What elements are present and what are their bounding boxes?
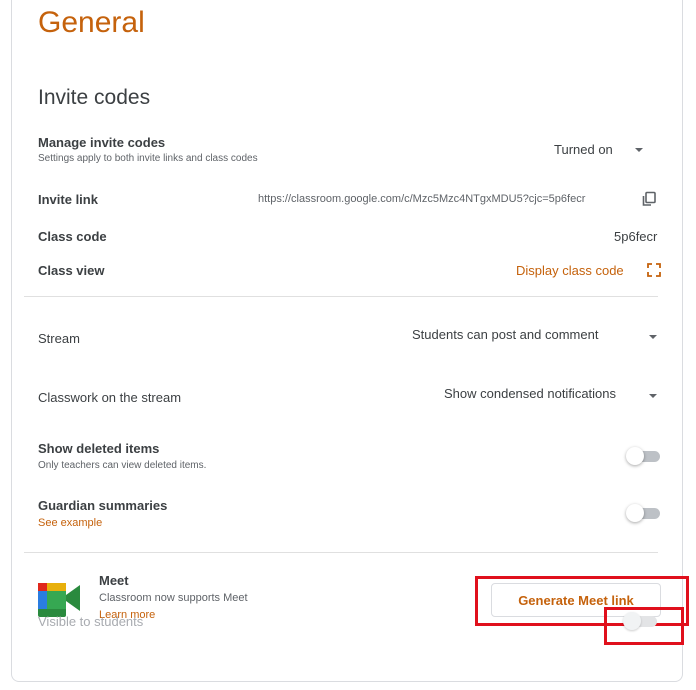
invite-codes-heading: Invite codes	[38, 86, 151, 109]
stream-label: Stream	[38, 331, 80, 346]
highlight-box	[604, 607, 684, 645]
deleted-items-label: Show deleted items	[38, 441, 160, 456]
toggle-thumb	[626, 504, 644, 522]
toggle-thumb	[626, 447, 644, 465]
manage-invite-codes-label: Manage invite codes	[38, 135, 166, 150]
chevron-down-icon	[649, 394, 657, 398]
meet-title: Meet	[99, 573, 129, 588]
classwork-label: Classwork on the stream	[38, 390, 182, 405]
class-code-value: 5p6fecr	[614, 229, 658, 244]
chevron-down-icon	[649, 335, 657, 339]
guardian-summaries-toggle[interactable]	[624, 503, 662, 523]
class-view-label: Class view	[38, 263, 105, 278]
section-title: General	[38, 6, 145, 39]
invite-link-label: Invite link	[38, 192, 98, 207]
deleted-items-description: Only teachers can view deleted items.	[38, 460, 207, 471]
copy-icon[interactable]	[641, 191, 657, 207]
manage-invite-codes-description: Settings apply to both invite links and …	[38, 153, 258, 164]
display-class-code-button[interactable]: Display class code	[514, 260, 664, 280]
divider	[24, 296, 658, 297]
invite-link-value[interactable]: https://classroom.google.com/c/Mzc5Mzc4N…	[258, 193, 585, 205]
classwork-dropdown[interactable]: Show condensed notifications	[438, 381, 664, 407]
google-meet-logo	[38, 578, 82, 618]
meet-description: Classroom now supports Meet	[99, 592, 248, 604]
fullscreen-icon	[647, 263, 661, 277]
manage-invite-codes-dropdown[interactable]: Turned on	[548, 138, 658, 160]
guardian-summaries-label: Guardian summaries	[38, 498, 168, 513]
stream-value: Students can post and comment	[412, 327, 599, 342]
chevron-down-icon	[635, 148, 643, 152]
visible-to-students-label: Visible to students	[38, 614, 144, 629]
see-example-link[interactable]: See example	[38, 517, 102, 529]
display-class-code-label: Display class code	[516, 263, 624, 278]
classwork-value: Show condensed notifications	[444, 386, 617, 401]
stream-dropdown[interactable]: Students can post and comment	[406, 322, 664, 348]
deleted-items-toggle[interactable]	[624, 446, 662, 466]
manage-invite-codes-value: Turned on	[554, 142, 613, 157]
divider	[24, 552, 658, 553]
class-code-label: Class code	[38, 229, 107, 244]
